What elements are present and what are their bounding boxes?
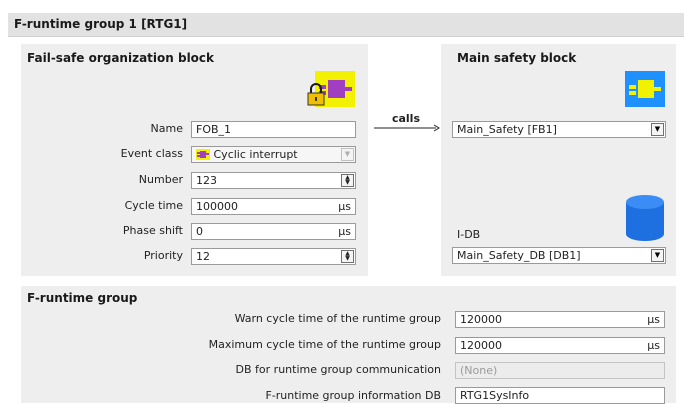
- fail-safe-ob-lock-icon: [307, 71, 355, 107]
- idb-label: I-DB: [457, 228, 481, 241]
- chevron-down-icon[interactable]: ▼: [651, 249, 664, 262]
- priority-field[interactable]: 12 ▲ ▼: [191, 248, 356, 265]
- info-db-label: F-runtime group information DB: [265, 389, 441, 402]
- cycle-time-label: Cycle time: [124, 199, 183, 212]
- main-safety-block-dropdown[interactable]: Main_Safety [FB1] ▼: [452, 121, 666, 138]
- spin-down-icon[interactable]: ▼: [342, 256, 353, 262]
- info-db-value: RTG1SysInfo: [460, 389, 530, 402]
- number-label: Number: [138, 173, 183, 186]
- event-class-value: Cyclic interrupt: [213, 148, 298, 161]
- cycle-time-value: 100000: [196, 200, 238, 213]
- phase-shift-value: 0: [196, 225, 203, 238]
- name-field[interactable]: FOB_1: [191, 121, 356, 138]
- phase-shift-field[interactable]: 0 µs: [191, 223, 356, 240]
- comm-db-label: DB for runtime group communication: [235, 363, 441, 376]
- priority-label: Priority: [143, 249, 183, 262]
- warn-cycle-value: 120000: [460, 313, 502, 326]
- warn-cycle-label: Warn cycle time of the runtime group: [234, 312, 441, 325]
- warn-cycle-field[interactable]: 120000 µs: [455, 311, 665, 328]
- name-value: FOB_1: [196, 123, 232, 136]
- section-header: F-runtime group 1 [RTG1]: [8, 13, 684, 37]
- event-class-dropdown[interactable]: Cyclic interrupt ▼: [191, 146, 356, 163]
- comm-db-field[interactable]: (None): [455, 362, 665, 379]
- fob-panel: Fail-safe organization block Name FOB_1 …: [21, 44, 368, 276]
- main-safety-block-value: Main_Safety [FB1]: [457, 123, 557, 136]
- cycle-time-unit: µs: [338, 200, 351, 213]
- event-class-label: Event class: [120, 147, 183, 160]
- function-block-icon: [625, 71, 665, 107]
- number-value: 123: [196, 174, 217, 187]
- phase-shift-label: Phase shift: [122, 224, 183, 237]
- number-spinner[interactable]: ▲ ▼: [341, 174, 354, 187]
- cycle-time-field[interactable]: 100000 µs: [191, 198, 356, 215]
- max-cycle-label: Maximum cycle time of the runtime group: [208, 338, 441, 351]
- idb-dropdown[interactable]: Main_Safety_DB [DB1] ▼: [452, 247, 666, 264]
- runtime-group-panel: F-runtime group Warn cycle time of the r…: [21, 286, 676, 404]
- max-cycle-field[interactable]: 120000 µs: [455, 337, 665, 354]
- phase-shift-unit: µs: [338, 225, 351, 238]
- cyclic-interrupt-icon: [196, 149, 210, 160]
- msb-panel: Main safety block Main_Safety [FB1] ▼ I-…: [441, 44, 676, 276]
- fob-title: Fail-safe organization block: [27, 51, 215, 65]
- priority-value: 12: [196, 250, 210, 263]
- priority-spinner[interactable]: ▲ ▼: [341, 250, 354, 263]
- msb-title: Main safety block: [457, 51, 577, 65]
- info-db-field[interactable]: RTG1SysInfo: [455, 387, 665, 404]
- database-cylinder-icon: [626, 195, 664, 241]
- runtime-group-title: F-runtime group: [27, 291, 138, 305]
- chevron-down-icon[interactable]: ▼: [651, 123, 664, 136]
- max-cycle-value: 120000: [460, 339, 502, 352]
- number-field[interactable]: 123 ▲ ▼: [191, 172, 356, 189]
- comm-db-placeholder: (None): [460, 364, 498, 377]
- name-label: Name: [150, 122, 183, 135]
- idb-value: Main_Safety_DB [DB1]: [457, 249, 581, 262]
- max-cycle-unit: µs: [647, 339, 660, 352]
- chevron-down-icon[interactable]: ▼: [341, 148, 354, 161]
- warn-cycle-unit: µs: [647, 313, 660, 326]
- section-title: F-runtime group 1 [RTG1]: [14, 17, 188, 31]
- calls-arrow-icon: [374, 124, 440, 132]
- spin-down-icon[interactable]: ▼: [342, 180, 353, 186]
